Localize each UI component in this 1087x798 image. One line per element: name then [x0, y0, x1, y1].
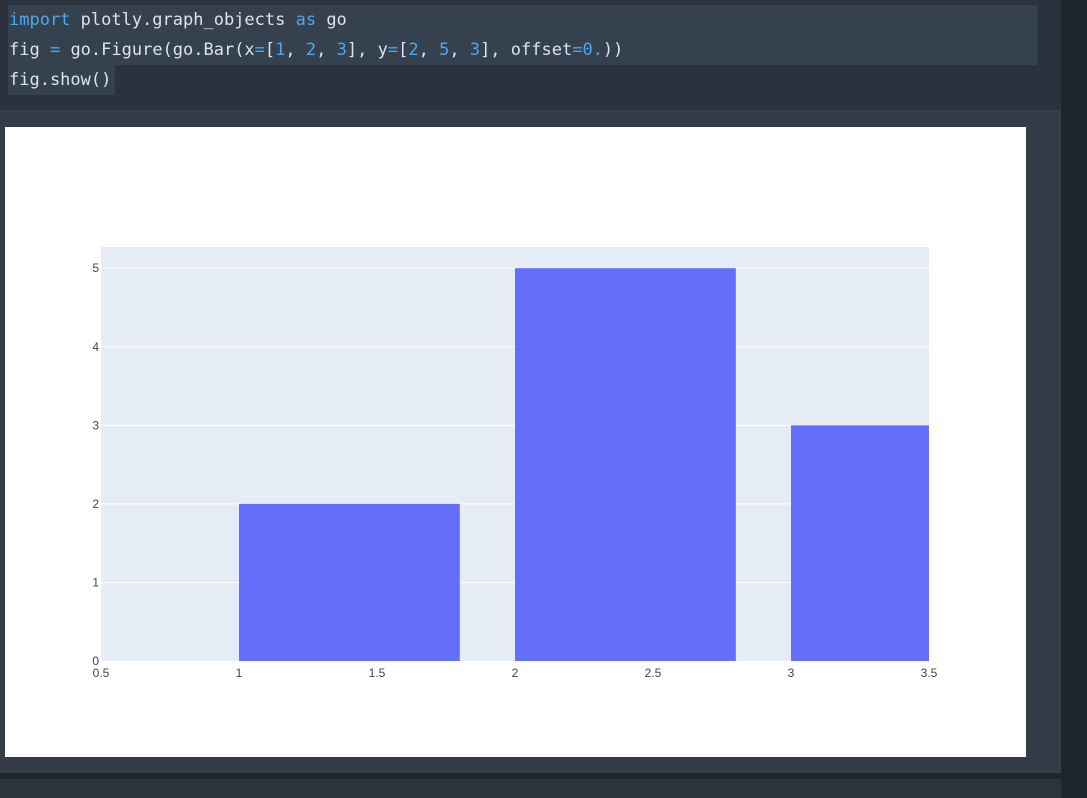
- alias-name: go: [316, 10, 347, 30]
- scrollbar[interactable]: [1061, 0, 1087, 798]
- bar-chart: 0123450.5 1 1.5 2 2.5 3 3.5: [92, 247, 938, 680]
- keyword-import: import: [9, 10, 71, 30]
- code-line-1: import plotly.graph_objects as go: [9, 10, 347, 30]
- code-token: fig: [9, 40, 50, 60]
- code-token: ], offset: [480, 40, 573, 60]
- x-tick-label-5: 3: [788, 666, 795, 680]
- y-tick-label-1: 1: [92, 575, 99, 589]
- code-token: )): [602, 40, 624, 60]
- code-token: ,: [418, 40, 440, 60]
- code-number: 3: [336, 40, 347, 60]
- x-tick-label-6: 3.5: [921, 666, 938, 680]
- code-line-3: fig.show(): [9, 70, 112, 90]
- y-tick-label-4: 4: [92, 340, 99, 354]
- code-number: 0.: [582, 40, 603, 60]
- code-number: 5: [439, 40, 450, 60]
- code-number: 2: [305, 40, 317, 60]
- code-token: [: [264, 40, 276, 60]
- bar-2: [515, 268, 736, 661]
- code-number: 2: [408, 40, 419, 60]
- plot-frame: 0 1 2 3 4 5 0.5 1 1.5 2 2.5 3 3.5: [5, 127, 1026, 757]
- code-line-2: fig = go.Figure(go.Bar(x=[1, 2, 3], y=[2…: [9, 40, 623, 60]
- x-tick-label-4: 2.5: [645, 666, 662, 680]
- code-operator: =: [254, 40, 265, 60]
- x-tick-label-0: 0.5: [93, 666, 110, 680]
- module-name: plotly.graph_objects: [70, 10, 296, 30]
- y-tick-label-2: 2: [92, 497, 99, 511]
- y-tick-label-5: 5: [92, 261, 99, 275]
- code-number: 1: [275, 40, 286, 60]
- code-token: ,: [449, 40, 470, 60]
- code-operator: =: [387, 40, 399, 60]
- keyword-as: as: [295, 10, 317, 30]
- code-token: ,: [285, 40, 306, 60]
- x-tick-label-1: 1: [236, 666, 243, 680]
- code-token: go.Figure(go.Bar(x: [60, 40, 255, 60]
- x-tick-label-2: 1.5: [369, 666, 386, 680]
- code-number: 3: [469, 40, 481, 60]
- code-token: ,: [316, 40, 337, 60]
- next-cell[interactable]: [0, 779, 1061, 798]
- bar-1: [239, 503, 460, 661]
- code-token: ], y: [346, 40, 388, 60]
- code-token: [: [398, 40, 409, 60]
- code-operator: =: [572, 40, 583, 60]
- y-tick-label-3: 3: [92, 418, 99, 432]
- code-operator: =: [49, 40, 61, 60]
- bar-3: [791, 425, 929, 661]
- x-tick-label-3: 2: [512, 666, 519, 680]
